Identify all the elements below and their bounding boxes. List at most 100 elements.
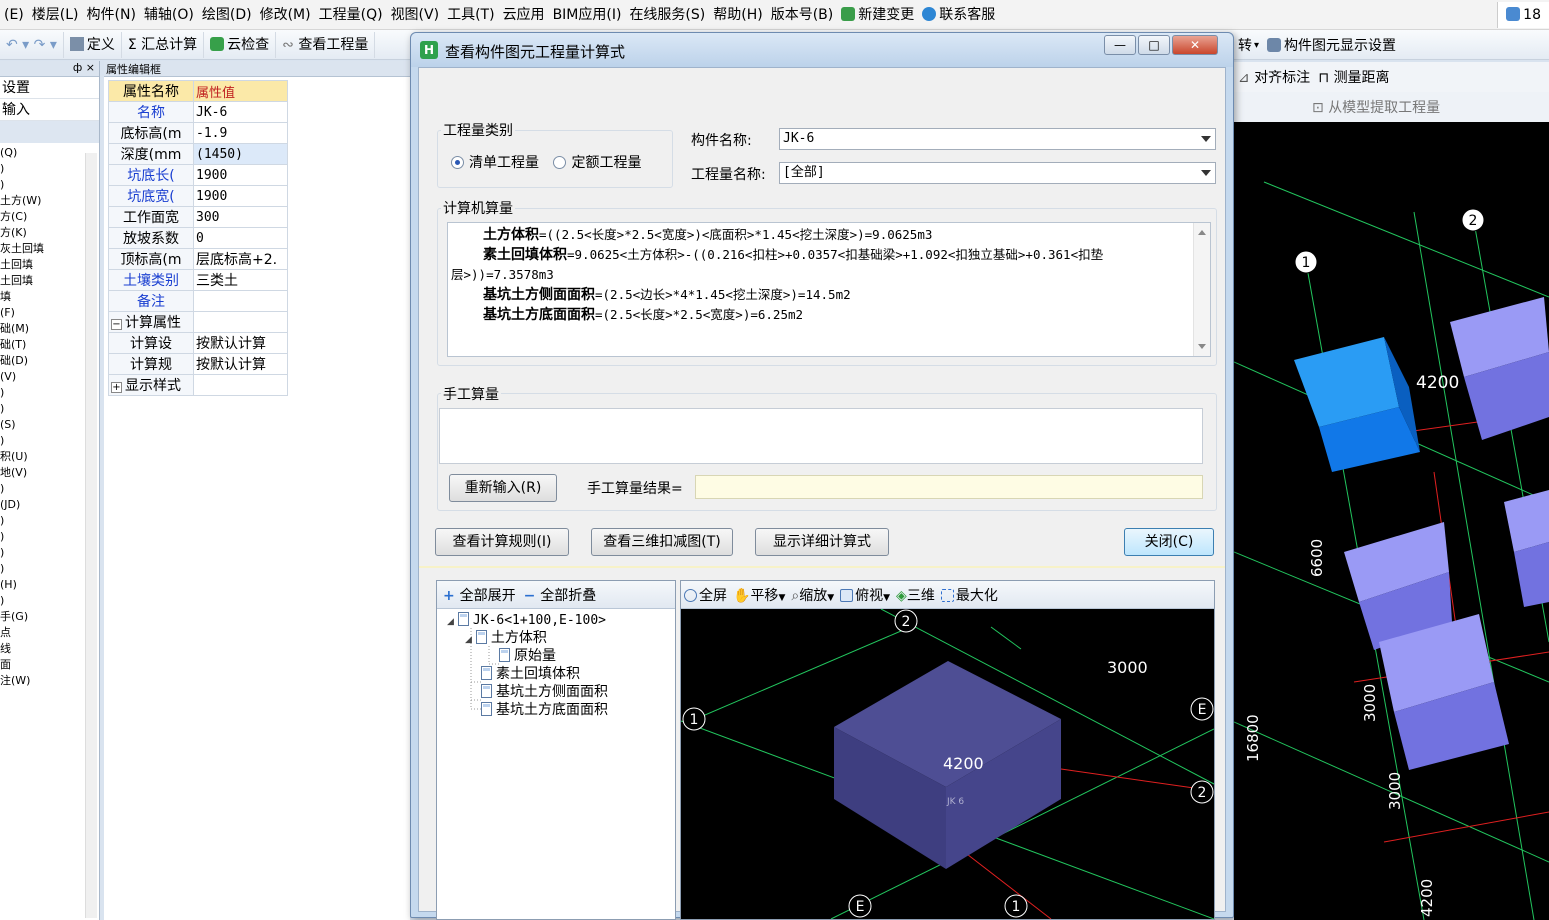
property-group-display[interactable]: + 显示样式 bbox=[108, 374, 288, 396]
menu-bim[interactable]: BIM应用(I) bbox=[549, 0, 626, 29]
menu-version[interactable]: 版本号(B) bbox=[767, 0, 838, 29]
calc-scrollbar[interactable] bbox=[1193, 223, 1210, 356]
cloud-check-button[interactable]: 云检查 bbox=[204, 31, 277, 58]
property-value[interactable] bbox=[193, 290, 288, 312]
tree-node-root[interactable]: ◢ JK-6<1+100,E-100> bbox=[447, 611, 606, 631]
tree-node-bottom-area[interactable]: 基坑土方底面面积 bbox=[481, 701, 608, 719]
tree-node-side-area[interactable]: 基坑土方侧面面积 bbox=[481, 683, 608, 701]
menu-draw[interactable]: 绘图(D) bbox=[198, 0, 256, 29]
property-value[interactable]: 按默认计算 bbox=[193, 332, 288, 354]
left-panel-settings[interactable]: 设置 bbox=[0, 77, 99, 99]
close-window-button[interactable]: ✕ bbox=[1172, 35, 1218, 55]
scroll-down-icon[interactable] bbox=[1198, 344, 1206, 349]
menu-modify[interactable]: 修改(M) bbox=[256, 0, 315, 29]
menu-cloud[interactable]: 云应用 bbox=[499, 0, 549, 29]
view-calc-rules-button[interactable]: 查看计算规则(I) bbox=[435, 528, 569, 556]
view-3d-deduct-button[interactable]: 查看三维扣减图(T) bbox=[591, 528, 733, 556]
main-3d-viewport[interactable]: 2 1 4200 6600 3000 16800 3000 4200 bbox=[1234, 122, 1549, 920]
property-row[interactable]: 放坡系数 0 bbox=[108, 227, 288, 249]
menu-component[interactable]: 构件(N) bbox=[83, 0, 140, 29]
property-value[interactable]: 按默认计算 bbox=[193, 353, 288, 375]
collapse-all-button[interactable]: − 全部折叠 bbox=[516, 585, 597, 605]
menu-new-change[interactable]: 新建变更 bbox=[837, 0, 918, 29]
menu-edit[interactable]: (E) bbox=[0, 0, 28, 29]
collapse-toggle-icon[interactable]: − bbox=[111, 319, 122, 330]
define-button[interactable]: 定义 bbox=[64, 31, 122, 58]
property-row[interactable]: 底标高(m -1.9 bbox=[108, 122, 288, 144]
radio-bill-quantity[interactable]: 清单工程量 bbox=[451, 155, 539, 171]
property-row[interactable]: 计算设 按默认计算 bbox=[108, 332, 288, 354]
pit-box[interactable] bbox=[1504, 490, 1549, 607]
tree-node-original[interactable]: 原始量 bbox=[499, 647, 556, 665]
tree-node-backfill[interactable]: 素土回填体积 bbox=[481, 665, 580, 683]
quantity-name-select[interactable]: [全部] bbox=[779, 162, 1216, 184]
property-value[interactable]: JK-6 bbox=[193, 101, 288, 123]
scroll-up-icon[interactable] bbox=[1198, 230, 1206, 235]
menu-online-service[interactable]: 在线服务(S) bbox=[625, 0, 709, 29]
menu-view[interactable]: 视图(V) bbox=[387, 0, 444, 29]
radio-quota-quantity[interactable]: 定额工程量 bbox=[553, 155, 641, 171]
reenter-button[interactable]: 重新输入(R) bbox=[449, 474, 557, 502]
computer-calc-textarea[interactable]: 土方体积=((2.5<长度>*2.5<宽度>)<底面积>*1.45<挖土深度>)… bbox=[447, 222, 1211, 357]
property-row[interactable]: 坑底宽(1900 bbox=[108, 185, 288, 207]
property-row[interactable]: 备注 bbox=[108, 290, 288, 312]
manual-result-field[interactable] bbox=[695, 475, 1203, 499]
display-settings-button[interactable]: 构件图元显示设置 bbox=[1259, 35, 1396, 55]
property-row[interactable]: 深度(mm (1450) bbox=[108, 143, 288, 165]
tree-node-earth-volume[interactable]: ◢ 土方体积 bbox=[465, 629, 547, 649]
top-view-button[interactable]: 俯视▼ bbox=[837, 585, 893, 605]
left-panel-input[interactable]: 输入 bbox=[0, 99, 99, 121]
zoom-button[interactable]: ⌕缩放▼ bbox=[788, 585, 837, 605]
property-value[interactable]: 0 bbox=[193, 227, 288, 249]
property-value[interactable]: 三类土 bbox=[193, 269, 288, 291]
property-value[interactable]: 层底标高+2. bbox=[193, 248, 288, 270]
deduct-3d-view[interactable]: 全屏 ✋平移▼ ⌕缩放▼ 俯视▼ ◈三维 最大化 4200 JK 6 3000 … bbox=[680, 580, 1215, 920]
menu-contact-support[interactable]: 联系客服 bbox=[918, 0, 999, 29]
property-value[interactable]: 1900 bbox=[193, 185, 288, 207]
property-row[interactable]: 顶标高(m 层底标高+2. bbox=[108, 248, 288, 270]
summary-calc-button[interactable]: Σ 汇总计算 bbox=[122, 31, 205, 58]
pit-box[interactable] bbox=[1450, 297, 1549, 440]
user-count-box[interactable]: 18 bbox=[1497, 2, 1549, 28]
manual-calc-input[interactable] bbox=[439, 408, 1203, 464]
show-detail-formula-button[interactable]: 显示详细计算式 bbox=[755, 528, 889, 556]
rotate-button[interactable]: 转 bbox=[1234, 35, 1254, 55]
property-row[interactable]: 计算规 按默认计算 bbox=[108, 353, 288, 375]
property-row[interactable]: 坑底长(1900 bbox=[108, 164, 288, 186]
menu-quantity[interactable]: 工程量(Q) bbox=[315, 0, 387, 29]
left-panel-header[interactable]: ф × bbox=[0, 61, 99, 77]
left-panel-scrollbar[interactable] bbox=[85, 153, 97, 918]
view-quantity-button[interactable]: ∾ 查看工程量 bbox=[276, 31, 376, 58]
property-value[interactable]: 300 bbox=[193, 206, 288, 228]
close-button[interactable]: 关闭(C) bbox=[1124, 528, 1214, 556]
pan-button[interactable]: ✋平移▼ bbox=[730, 585, 788, 605]
dialog-titlebar[interactable]: H 查看构件图元工程量计算式 — □ ✕ bbox=[411, 33, 1233, 67]
menu-aux-axis[interactable]: 辅轴(O) bbox=[140, 0, 198, 29]
undo-redo-group[interactable]: ↶ ▾ ↷ ▾ bbox=[0, 31, 64, 58]
property-row[interactable]: 工作面宽 300 bbox=[108, 206, 288, 228]
property-row[interactable]: 土壤类别 三类土 bbox=[108, 269, 288, 291]
measure-distance-button[interactable]: ⊓ 测量距离 bbox=[1310, 67, 1389, 87]
maximize-button[interactable]: □ bbox=[1138, 35, 1170, 55]
menu-floor[interactable]: 楼层(L) bbox=[28, 0, 83, 29]
expand-all-button[interactable]: + 全部展开 bbox=[437, 585, 516, 605]
selected-pit-box[interactable] bbox=[1294, 337, 1420, 472]
pit-box[interactable] bbox=[1379, 614, 1509, 770]
extract-quantity-button[interactable]: ⊡ 从模型提取工程量 bbox=[1234, 97, 1440, 117]
minimize-button[interactable]: — bbox=[1104, 35, 1136, 55]
property-row[interactable]: 名称 JK-6 bbox=[108, 101, 288, 123]
component-name-select[interactable]: JK-6 bbox=[779, 128, 1216, 150]
3d-view-button[interactable]: ◈三维 bbox=[893, 585, 938, 605]
property-value[interactable]: -1.9 bbox=[193, 122, 288, 144]
property-group-calc[interactable]: − 计算属性 bbox=[108, 311, 288, 333]
align-dimension-button[interactable]: ⊿ 对齐标注 bbox=[1234, 67, 1310, 87]
menu-help[interactable]: 帮助(H) bbox=[709, 0, 766, 29]
tree-toggle-icon[interactable]: ◢ bbox=[447, 617, 454, 627]
menu-tools[interactable]: 工具(T) bbox=[443, 0, 498, 29]
tree-toggle-icon[interactable]: ◢ bbox=[465, 635, 472, 645]
fullscreen-button[interactable]: 全屏 bbox=[681, 585, 730, 605]
property-value[interactable]: (1450) bbox=[193, 143, 288, 165]
property-value[interactable]: 1900 bbox=[193, 164, 288, 186]
maximize-view-button[interactable]: 最大化 bbox=[938, 585, 1001, 605]
expand-toggle-icon[interactable]: + bbox=[111, 382, 122, 393]
